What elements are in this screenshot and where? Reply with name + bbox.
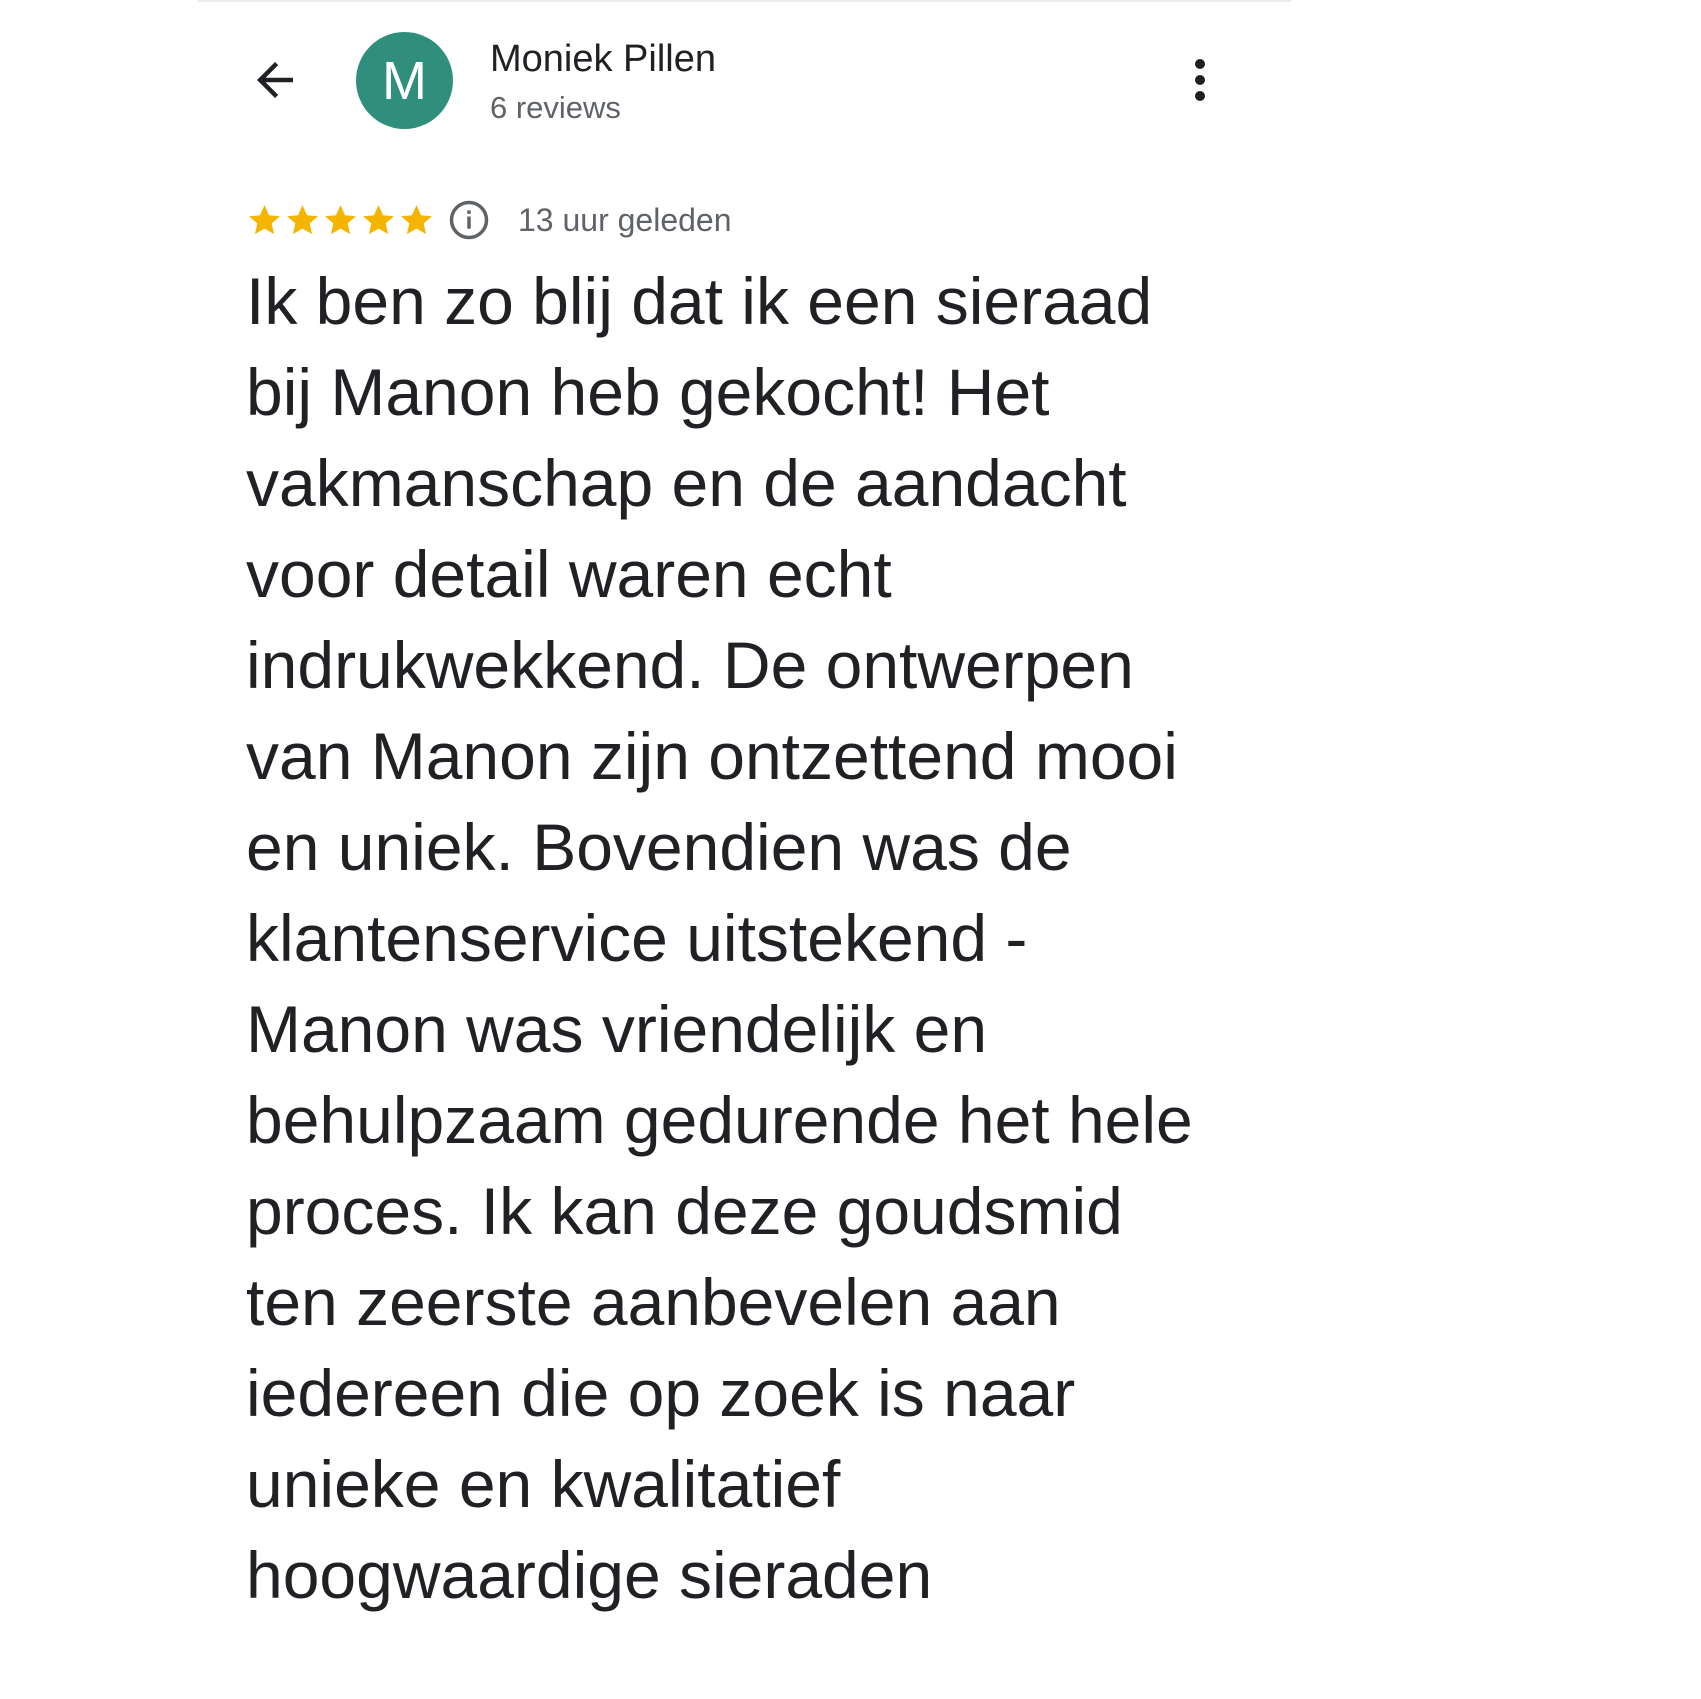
star-rating xyxy=(246,202,436,239)
avatar-letter: M xyxy=(382,50,427,111)
review-meta: 13 uur geleden xyxy=(246,196,732,244)
more-options-button[interactable] xyxy=(1180,50,1220,110)
star-icon xyxy=(363,204,394,234)
star-icon xyxy=(287,204,318,234)
review-text-line: vakmanschap en de aandacht xyxy=(246,446,1127,520)
review-text-line: hoogwaardige sieraden xyxy=(246,1538,933,1612)
star-icon xyxy=(325,204,356,234)
review-text-line: behulpzaam gedurende het hele xyxy=(246,1083,1193,1157)
review-time: 13 uur geleden xyxy=(518,201,732,238)
review-text-line: en uniek. Bovendien was de xyxy=(246,810,1072,884)
review-text-line: Ik ben zo blij dat ik een sieraad xyxy=(246,264,1153,338)
review-text-line: van Manon zijn ontzettend mooi xyxy=(246,719,1178,793)
review-text-line: iedereen die op zoek is naar xyxy=(246,1356,1076,1430)
avatar[interactable]: M xyxy=(356,32,453,129)
top-divider xyxy=(198,0,1291,2)
review-text-line: indrukwekkend. De ontwerpen xyxy=(246,628,1134,702)
review-count: 6 reviews xyxy=(490,90,621,125)
review-text-line: ten zeerste aanbevelen aan xyxy=(246,1265,1061,1339)
reviewer-name[interactable]: Moniek Pillen xyxy=(490,38,716,81)
star-icon xyxy=(401,204,432,234)
star-icon xyxy=(249,204,280,234)
more-vertical-icon xyxy=(1195,59,1205,101)
review-text-line: proces. Ik kan deze goudsmid xyxy=(246,1174,1123,1248)
arrow-left-icon xyxy=(257,62,293,98)
review-text-line: bij Manon heb gekocht! Het xyxy=(246,355,1050,429)
review-text-line: klantenservice uitstekend - xyxy=(246,901,1028,975)
review-text-line: unieke en kwalitatief xyxy=(246,1447,841,1521)
review-text-line: Manon was vriendelijk en xyxy=(246,992,988,1066)
review-text-line: voor detail waren echt xyxy=(246,537,892,611)
reviewer-header: M Moniek Pillen 6 reviews xyxy=(245,30,1225,130)
back-button[interactable] xyxy=(245,52,305,108)
info-icon[interactable] xyxy=(448,199,490,241)
review-text: Ik ben zo blij dat ik een sieraad bij Man… xyxy=(246,256,1246,1621)
